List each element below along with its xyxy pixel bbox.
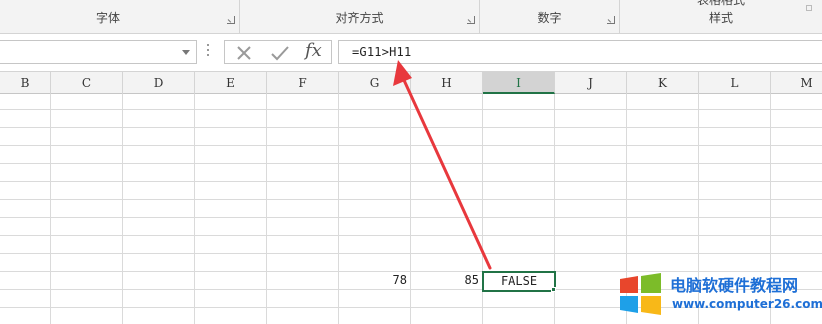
column-header-b[interactable]: B [0,72,51,94]
cell-g11[interactable]: 78 [339,271,410,289]
column-header-i[interactable]: I [483,72,555,94]
ribbon-group-alignment: 对齐方式 [240,0,480,34]
scroll-box-icon [806,5,812,11]
cell-i11[interactable]: FALSE [482,271,556,292]
column-header-f[interactable]: F [267,72,339,94]
column-header-c[interactable]: C [51,72,123,94]
formula-bar: fx =G11>H11 [0,34,822,72]
column-header-h[interactable]: H [411,72,483,94]
column-header-l[interactable]: L [699,72,771,94]
watermark-title: 电脑软硬件教程网 [670,276,799,295]
column-header-e[interactable]: E [195,72,267,94]
number-dialog-launcher-icon[interactable] [607,16,615,24]
formula-text: =G11>H11 [352,45,412,59]
check-icon [271,46,289,61]
column-header-m[interactable]: M [771,72,822,94]
insert-function-button[interactable]: fx [305,40,322,61]
chevron-down-icon[interactable] [182,50,190,55]
column-header-k[interactable]: K [627,72,699,94]
column-header-g[interactable]: G [339,72,411,94]
ribbon-group-font: 字体 [0,0,240,34]
watermark-url: www.computer26.com [672,297,822,311]
cell-h11[interactable]: 85 [411,271,482,289]
table-format-label: 表格格式 [696,0,745,7]
font-dialog-launcher-icon[interactable] [227,16,235,24]
column-headers: B C D E F G H I J K L M [0,72,822,94]
ribbon-group-styles: 表格格式 样式 [620,0,822,34]
cancel-entry-button[interactable] [229,42,259,64]
ribbon-group-label: 对齐方式 [335,11,384,25]
cross-icon [237,46,251,60]
enter-button[interactable] [265,42,295,64]
column-header-d[interactable]: D [123,72,195,94]
ribbon-group-label: 样式 [708,11,733,25]
ribbon-group-number: 数字 [480,0,620,34]
grip-handle-icon[interactable] [207,44,210,60]
ribbon-group-label: 数字 [537,11,562,25]
column-header-j[interactable]: J [555,72,627,94]
name-box[interactable] [0,40,197,64]
ribbon-group-label: 字体 [95,11,120,25]
formula-input[interactable]: =G11>H11 [338,40,822,64]
windows-logo-icon [620,273,661,315]
fill-handle[interactable] [551,287,556,292]
alignment-dialog-launcher-icon[interactable] [467,16,475,24]
formula-buttons: fx [224,40,332,64]
watermark: 电脑软硬件教程网 www.computer26.com [612,270,822,320]
ribbon: 字体 对齐方式 数字 表格格式 样式 [0,0,822,34]
